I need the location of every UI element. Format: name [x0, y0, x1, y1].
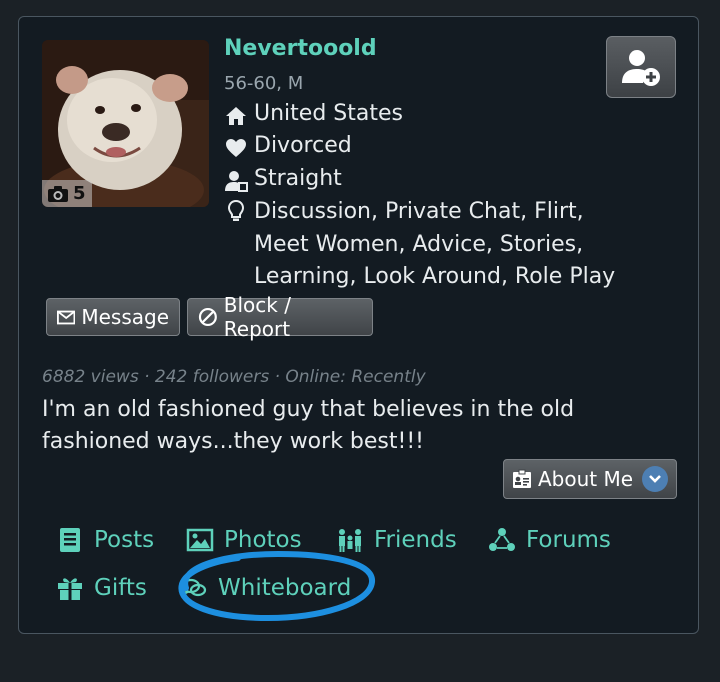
posts-icon: [60, 528, 80, 552]
age-sex: 56-60, M: [224, 73, 304, 94]
nav-gifts[interactable]: Gifts: [56, 574, 147, 602]
lightbulb-icon: [227, 199, 245, 221]
nav-photos-label: Photos: [224, 527, 302, 553]
about-me-button[interactable]: About Me: [503, 459, 677, 499]
interests: Discussion, Private Chat, Flirt, Meet Wo…: [254, 199, 616, 289]
block-icon: [198, 308, 217, 326]
block-report-label: Block / Report: [223, 293, 291, 341]
nav-friends-label: Friends: [374, 527, 457, 553]
bio-text: I'm an old fashioned guy that believes i…: [42, 397, 575, 454]
gifts-icon: [58, 578, 82, 600]
message-label: Message: [81, 305, 169, 329]
nav-whiteboard[interactable]: Whiteboard: [180, 574, 351, 602]
forums-icon: [489, 528, 515, 551]
photo-count: 5: [73, 183, 86, 204]
nav-whiteboard-label: Whiteboard: [218, 575, 352, 601]
message-button[interactable]: Message: [46, 298, 180, 336]
about-me-label: About Me: [538, 467, 634, 491]
camera-icon: [48, 185, 68, 202]
nav-posts-label: Posts: [94, 527, 155, 553]
nav-friends[interactable]: Friends: [336, 526, 457, 554]
relationship-row: Divorced: [224, 133, 352, 160]
profile-stats: 6882 views · 242 followers · Online: Rec…: [42, 367, 426, 387]
photo-count-badge[interactable]: 5: [42, 180, 92, 207]
profile-photo[interactable]: 5: [42, 40, 209, 207]
envelope-icon: [57, 310, 76, 324]
orientation-row: Straight: [224, 166, 342, 193]
orientation: Straight: [254, 166, 342, 191]
about-me-icon: [513, 469, 531, 488]
chevron-down-icon: [642, 466, 668, 492]
interests-row: Discussion, Private Chat, Flirt, Meet Wo…: [224, 196, 634, 294]
nav-gifts-label: Gifts: [94, 575, 147, 601]
add-friend-icon: [622, 50, 660, 86]
home-icon: [226, 107, 246, 125]
block-report-button[interactable]: Block / Report: [187, 293, 373, 341]
relationship-status: Divorced: [254, 133, 352, 158]
location-row: United States: [224, 101, 403, 128]
username[interactable]: Nevertooold: [224, 36, 377, 61]
location: United States: [254, 101, 403, 126]
nav-posts[interactable]: Posts: [56, 526, 154, 554]
friends-icon: [339, 529, 361, 552]
whiteboard-icon: [181, 578, 207, 597]
nav-forums[interactable]: Forums: [488, 526, 611, 554]
add-friend-button[interactable]: [606, 36, 676, 98]
nav-photos[interactable]: Photos: [186, 526, 302, 554]
heart-icon: [226, 139, 246, 157]
photos-icon: [186, 528, 214, 552]
orientation-icon: [225, 171, 248, 192]
nav-forums-label: Forums: [526, 527, 611, 553]
